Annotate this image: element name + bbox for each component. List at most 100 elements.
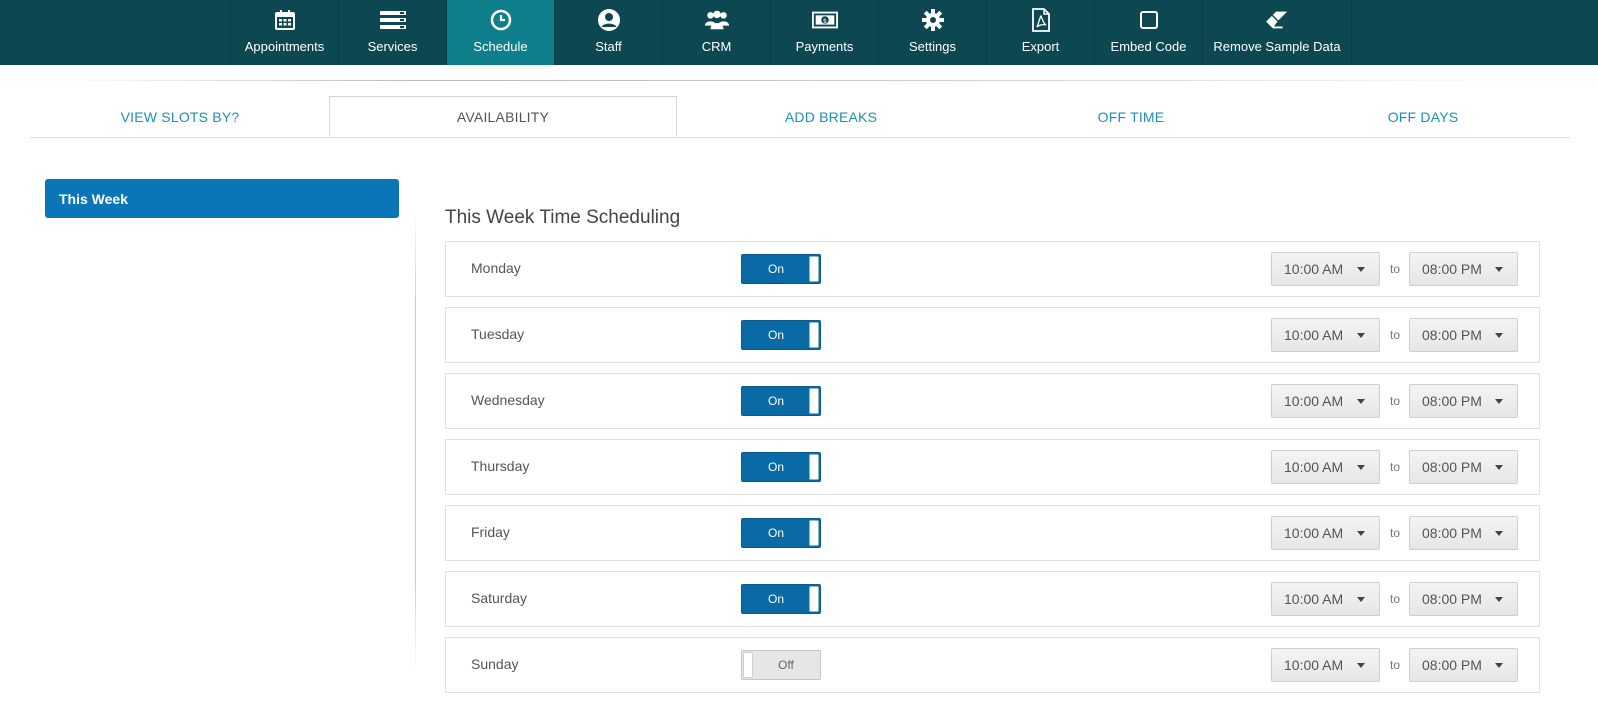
- start-time-select[interactable]: 10:00 AM: [1271, 252, 1380, 286]
- users-group-icon: [704, 8, 730, 32]
- chevron-down-icon: [1495, 531, 1503, 536]
- chevron-down-icon: [1357, 663, 1365, 668]
- day-row-thursday: Thursday On 10:00 AM to 08:00 PM: [445, 439, 1540, 495]
- top-navigation-bar: Appointments Services Schedule Staff CRM: [0, 0, 1598, 65]
- chevron-down-icon: [1495, 663, 1503, 668]
- tab-availability[interactable]: AVAILABILITY: [329, 96, 677, 137]
- start-time-select[interactable]: 10:00 AM: [1271, 582, 1380, 616]
- end-time-select[interactable]: 08:00 PM: [1409, 582, 1518, 616]
- start-time-value: 10:00 AM: [1284, 591, 1344, 607]
- day-toggle[interactable]: Off: [741, 650, 821, 680]
- start-time-value: 10:00 AM: [1284, 657, 1344, 673]
- to-label: to: [1390, 262, 1401, 276]
- toggle-knob: [809, 520, 819, 546]
- to-label: to: [1390, 526, 1401, 540]
- chevron-down-icon: [1495, 465, 1503, 470]
- square-icon: [1136, 8, 1162, 32]
- header-divider: [60, 80, 1530, 81]
- nav-appointments[interactable]: Appointments: [230, 0, 338, 65]
- calendar-icon: [272, 8, 298, 32]
- end-time-value: 08:00 PM: [1422, 657, 1482, 673]
- toggle-label: On: [768, 394, 785, 408]
- clock-icon: [488, 8, 514, 32]
- day-name: Tuesday: [471, 326, 525, 342]
- nav-label: Schedule: [473, 39, 528, 54]
- chevron-down-icon: [1495, 399, 1503, 404]
- toggle-label: On: [768, 526, 785, 540]
- nav-label: Appointments: [244, 39, 325, 54]
- nav-label: CRM: [701, 39, 732, 54]
- end-time-value: 08:00 PM: [1422, 327, 1482, 343]
- end-time-value: 08:00 PM: [1422, 261, 1482, 277]
- start-time-select[interactable]: 10:00 AM: [1271, 648, 1380, 682]
- day-toggle[interactable]: On: [741, 518, 821, 548]
- to-label: to: [1390, 328, 1401, 342]
- money-icon: $: [811, 8, 838, 32]
- day-row-friday: Friday On 10:00 AM to 08:00 PM: [445, 505, 1540, 561]
- tab-off-days[interactable]: OFF DAYS: [1276, 97, 1570, 137]
- nav-label: Payments: [795, 39, 854, 54]
- toggle-label: On: [768, 328, 785, 342]
- nav-services[interactable]: Services: [338, 0, 446, 65]
- nav-label: Settings: [909, 39, 956, 54]
- nav-schedule[interactable]: Schedule: [446, 0, 554, 65]
- nav-export[interactable]: Export: [986, 0, 1094, 65]
- nav-label: Export: [1021, 39, 1060, 54]
- to-label: to: [1390, 460, 1401, 474]
- nav-embed-code[interactable]: Embed Code: [1094, 0, 1202, 65]
- day-row-tuesday: Tuesday On 10:00 AM to 08:00 PM: [445, 307, 1540, 363]
- tab-add-breaks[interactable]: ADD BREAKS: [676, 97, 986, 137]
- start-time-value: 10:00 AM: [1284, 525, 1344, 541]
- nav-payments[interactable]: $ Payments: [770, 0, 878, 65]
- day-name: Friday: [471, 524, 510, 540]
- end-time-select[interactable]: 08:00 PM: [1409, 252, 1518, 286]
- day-toggle[interactable]: On: [741, 254, 821, 284]
- start-time-select[interactable]: 10:00 AM: [1271, 318, 1380, 352]
- toggle-label: Off: [778, 658, 794, 672]
- to-label: to: [1390, 592, 1401, 606]
- nav-label: Embed Code: [1110, 39, 1187, 54]
- end-time-select[interactable]: 08:00 PM: [1409, 318, 1518, 352]
- chevron-down-icon: [1357, 531, 1365, 536]
- chevron-down-icon: [1357, 597, 1365, 602]
- gear-icon: [920, 8, 946, 32]
- toggle-label: On: [768, 460, 785, 474]
- start-time-select[interactable]: 10:00 AM: [1271, 516, 1380, 550]
- start-time-value: 10:00 AM: [1284, 327, 1344, 343]
- chevron-down-icon: [1495, 267, 1503, 272]
- toggle-knob: [809, 586, 819, 612]
- toggle-knob: [809, 256, 819, 282]
- toggle-knob: [809, 322, 819, 348]
- start-time-value: 10:00 AM: [1284, 261, 1344, 277]
- end-time-select[interactable]: 08:00 PM: [1409, 384, 1518, 418]
- toggle-knob: [809, 454, 819, 480]
- nav-remove-sample-data[interactable]: Remove Sample Data: [1202, 0, 1352, 65]
- pdf-file-icon: [1028, 8, 1054, 32]
- end-time-select[interactable]: 08:00 PM: [1409, 450, 1518, 484]
- chevron-down-icon: [1357, 465, 1365, 470]
- end-time-select[interactable]: 08:00 PM: [1409, 648, 1518, 682]
- sidebar-item-this-week[interactable]: This Week: [45, 179, 399, 218]
- main-nav: Appointments Services Schedule Staff CRM: [230, 0, 1352, 65]
- day-toggle[interactable]: On: [741, 584, 821, 614]
- user-icon: [596, 8, 622, 32]
- nav-crm[interactable]: CRM: [662, 0, 770, 65]
- day-row-sunday: Sunday Off 10:00 AM to 08:00 PM: [445, 637, 1540, 693]
- chevron-down-icon: [1357, 333, 1365, 338]
- nav-settings[interactable]: Settings: [878, 0, 986, 65]
- end-time-select[interactable]: 08:00 PM: [1409, 516, 1518, 550]
- content-divider: [415, 206, 416, 676]
- nav-staff[interactable]: Staff: [554, 0, 662, 65]
- nav-label: Staff: [595, 39, 622, 54]
- day-toggle[interactable]: On: [741, 320, 821, 350]
- tab-off-time[interactable]: OFF TIME: [986, 97, 1276, 137]
- tab-view-slots-by[interactable]: VIEW SLOTS BY?: [30, 97, 330, 137]
- svg-text:$: $: [822, 17, 826, 25]
- start-time-select[interactable]: 10:00 AM: [1271, 384, 1380, 418]
- day-toggle[interactable]: On: [741, 386, 821, 416]
- day-row-monday: Monday On 10:00 AM to 08:00 PM: [445, 241, 1540, 297]
- toggle-label: On: [768, 262, 785, 276]
- tabs-divider: [30, 137, 1570, 138]
- start-time-select[interactable]: 10:00 AM: [1271, 450, 1380, 484]
- day-toggle[interactable]: On: [741, 452, 821, 482]
